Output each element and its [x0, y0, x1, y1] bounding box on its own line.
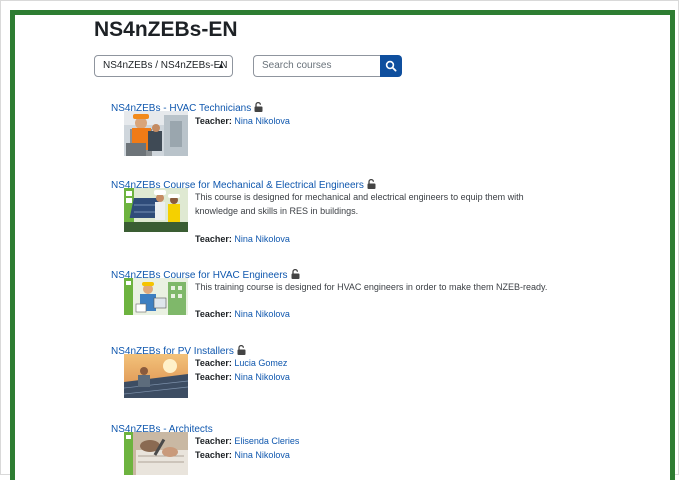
course-teachers: Teacher: Nina Nikolova	[195, 307, 290, 321]
teacher-label: Teacher:	[195, 436, 232, 446]
teacher-link[interactable]: Elisenda Cleries	[234, 436, 299, 446]
unlocked-padlock-icon	[291, 269, 300, 279]
course-image	[124, 278, 188, 315]
course-summary: This training course is designed for HVA…	[195, 282, 548, 292]
search-button[interactable]	[380, 55, 402, 77]
teacher-link[interactable]: Nina Nikolova	[234, 116, 290, 126]
search-icon	[385, 60, 397, 72]
page-title: NS4nZEBs-EN	[94, 18, 238, 41]
course-item: NS4nZEBs - HVAC Technicians Teacher: Nin…	[111, 98, 581, 158]
teacher-label: Teacher:	[195, 116, 232, 126]
teacher-label: Teacher:	[195, 450, 232, 460]
select-caret-icon: ▲	[217, 61, 225, 70]
teacher-link[interactable]: Lucia Gomez	[234, 358, 287, 368]
teacher-link[interactable]: Nina Nikolova	[234, 309, 290, 319]
teacher-label: Teacher:	[195, 234, 232, 244]
search-placeholder: Search courses	[262, 60, 332, 71]
course-item: NS4nZEBs Course for HVAC Engineers This …	[111, 265, 581, 325]
course-image	[124, 432, 188, 475]
teacher-link[interactable]: Nina Nikolova	[234, 234, 290, 244]
course-image	[124, 354, 188, 398]
search-input[interactable]: Search courses	[253, 55, 380, 77]
category-select[interactable]: NS4nZEBs / NS4nZEBs-EN ▲	[94, 55, 233, 77]
course-teachers: Teacher: Lucia Gomez Teacher: Nina Nikol…	[195, 356, 290, 384]
course-summary: This course is designed for mechanical a…	[195, 192, 524, 216]
teacher-label: Teacher:	[195, 372, 232, 382]
unlocked-padlock-icon	[367, 179, 376, 189]
content-border	[10, 10, 675, 480]
teacher-label: Teacher:	[195, 309, 232, 319]
course-item: NS4nZEBs Course for Mechanical & Electri…	[111, 175, 581, 245]
course-item: NS4nZEBs - Architects Teacher: Elisenda …	[111, 419, 581, 475]
teacher-label: Teacher:	[195, 358, 232, 368]
unlocked-padlock-icon	[254, 102, 263, 112]
course-teachers: Teacher: Nina Nikolova	[195, 232, 290, 246]
unlocked-padlock-icon	[237, 345, 246, 355]
category-select-value: NS4nZEBs / NS4nZEBs-EN	[103, 60, 228, 71]
course-image	[124, 188, 188, 232]
course-image	[124, 111, 188, 156]
teacher-link[interactable]: Nina Nikolova	[234, 450, 290, 460]
course-teachers: Teacher: Elisenda Cleries Teacher: Nina …	[195, 434, 299, 462]
course-teachers: Teacher: Nina Nikolova	[195, 114, 290, 128]
course-item: NS4nZEBs for PV Installers Teacher: Luci…	[111, 341, 581, 401]
teacher-link[interactable]: Nina Nikolova	[234, 372, 290, 382]
